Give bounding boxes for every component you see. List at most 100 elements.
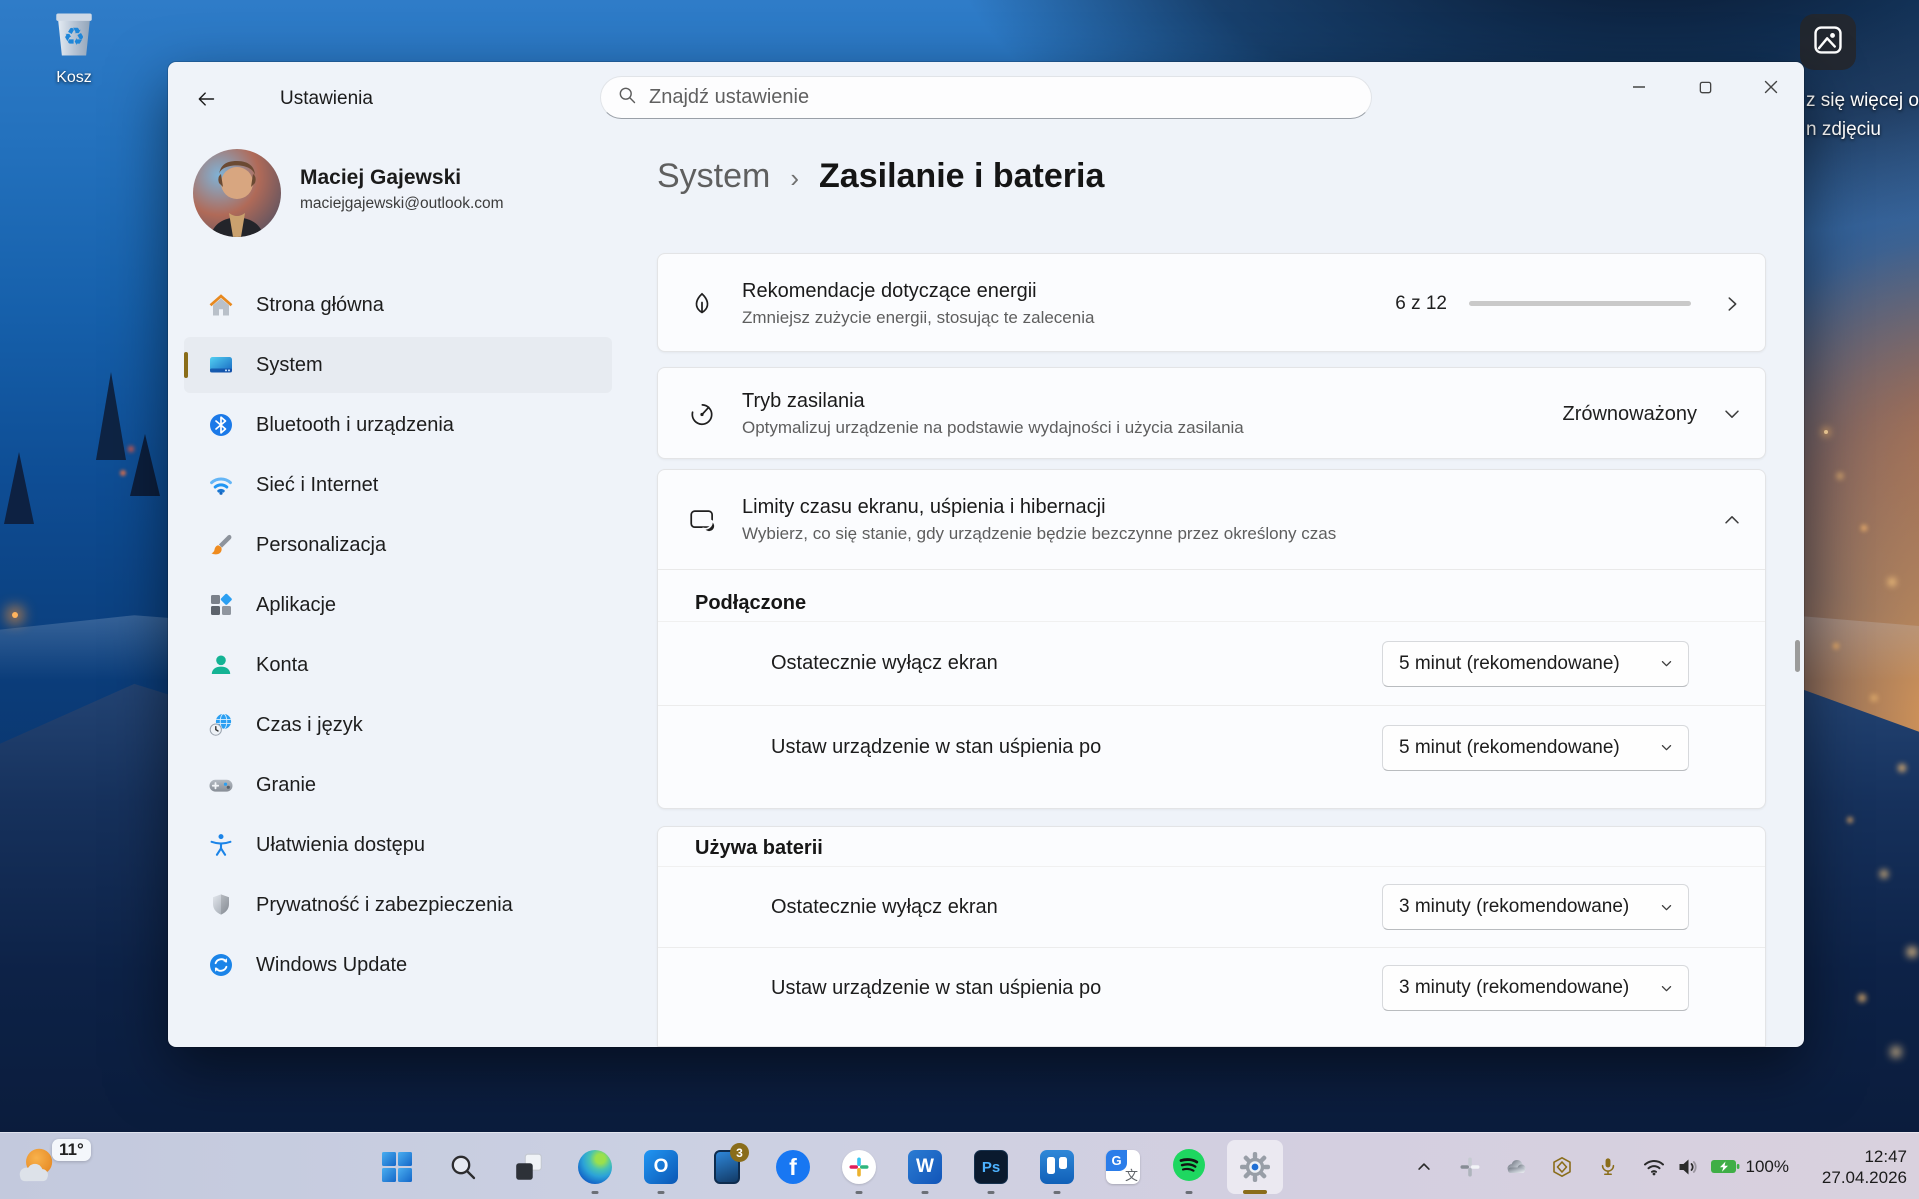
personalization-icon: [208, 532, 234, 558]
tree: [130, 434, 160, 496]
sidebar-item-aplikacje[interactable]: Aplikacje: [184, 577, 612, 633]
weather-widget[interactable]: 11°: [14, 1137, 110, 1195]
photoshop-icon[interactable]: Ps: [958, 1137, 1024, 1197]
select-value: 5 minut (rekomendowane): [1399, 737, 1620, 759]
sidebar-item-label: Personalizacja: [256, 534, 386, 557]
scrollbar-thumb[interactable]: [1795, 640, 1800, 672]
svg-text:♻: ♻: [63, 24, 85, 51]
start-button[interactable]: [364, 1137, 430, 1197]
card-subtitle: Optymalizuj urządzenie na podstawie wyda…: [742, 418, 1536, 438]
sidebar-item-prywatnosc[interactable]: Prywatność i zabezpieczenia: [184, 877, 612, 933]
time-language-icon: [208, 712, 234, 738]
sidebar-item-label: Konta: [256, 654, 308, 677]
trello-icon[interactable]: [1024, 1137, 1090, 1197]
recycle-bin-label: Kosz: [42, 69, 106, 87]
spotify-icon[interactable]: [1156, 1137, 1222, 1197]
sidebar-nav: Strona główna System Bluetooth i urządze…: [184, 277, 612, 997]
search-box[interactable]: [600, 76, 1372, 119]
task-view-button[interactable]: [496, 1137, 562, 1197]
sidebar-item-label: Czas i język: [256, 714, 363, 737]
minimize-button[interactable]: [1606, 62, 1672, 112]
card-subtitle: Zmniejsz zużycie energii, stosując te za…: [742, 308, 1369, 328]
active-indicator: [1243, 1190, 1267, 1194]
sidebar-item-konta[interactable]: Konta: [184, 637, 612, 693]
village-light: [12, 612, 18, 618]
volume-tray-icon[interactable]: [1676, 1155, 1700, 1179]
screen-off-battery-select[interactable]: 3 minuty (rekomendowane): [1382, 884, 1689, 930]
phone-link-icon[interactable]: 3: [694, 1137, 760, 1197]
back-arrow-icon: [196, 89, 216, 109]
running-indicator: [856, 1191, 863, 1195]
slack-tray-icon[interactable]: [1458, 1155, 1482, 1179]
select-value: 5 minut (rekomendowane): [1399, 653, 1620, 675]
bluetooth-icon: [208, 412, 234, 438]
search-input[interactable]: [649, 86, 1355, 109]
onedrive-cloud-icon[interactable]: [1504, 1155, 1528, 1179]
sidebar-item-personalizacja[interactable]: Personalizacja: [184, 517, 612, 573]
settings-window: Ustawienia: [168, 62, 1804, 1047]
settings-icon[interactable]: [1222, 1137, 1288, 1197]
recycle-bin[interactable]: ♻ Kosz: [42, 6, 106, 87]
recycle-bin-icon: ♻: [46, 49, 102, 66]
power-mode-value: Zrównoważony: [1562, 403, 1697, 426]
sidebar-item-label: System: [256, 354, 323, 377]
setting-row: Ustaw urządzenie w stan uśpienia po 3 mi…: [658, 947, 1765, 1028]
spotlight-learn-more-button[interactable]: [1800, 14, 1856, 70]
battery-status[interactable]: 100%: [1710, 1157, 1789, 1177]
sidebar-item-bluetooth[interactable]: Bluetooth i urządzenia: [184, 397, 612, 453]
close-icon: [1763, 79, 1779, 95]
power-mode-card[interactable]: Tryb zasilania Optymalizuj urządzenie na…: [657, 367, 1766, 459]
word-icon[interactable]: W: [892, 1137, 958, 1197]
sidebar-item-czas-jezyk[interactable]: Czas i język: [184, 697, 612, 753]
edge-icon[interactable]: [562, 1137, 628, 1197]
energy-progress-bar: [1469, 301, 1691, 306]
desktop: ♻ Kosz z się więcej o n zdjęciu Ustawien…: [0, 0, 1919, 1199]
page-title: Zasilanie i bateria: [819, 157, 1104, 196]
translate-icon[interactable]: G 文: [1090, 1137, 1156, 1197]
sidebar-item-windows-update[interactable]: Windows Update: [184, 937, 612, 993]
sidebar-item-label: Sieć i Internet: [256, 474, 378, 497]
sleep-plugged-select[interactable]: 5 minut (rekomendowane): [1382, 725, 1689, 771]
chevron-down-icon: [1659, 900, 1674, 915]
close-button[interactable]: [1738, 62, 1804, 112]
sidebar-item-granie[interactable]: Granie: [184, 757, 612, 813]
outlook-icon[interactable]: O: [628, 1137, 694, 1197]
taskbar-search-button[interactable]: [430, 1137, 496, 1197]
privacy-shield-icon: [208, 892, 234, 918]
sidebar-item-siec-internet[interactable]: Sieć i Internet: [184, 457, 612, 513]
battery-icon: [1710, 1158, 1740, 1175]
screen-timeout-header[interactable]: Limity czasu ekranu, uśpienia i hibernac…: [658, 470, 1765, 570]
sidebar-item-ulatwienia-dostepu[interactable]: Ułatwienia dostępu: [184, 817, 612, 873]
sidebar-item-system[interactable]: System: [184, 337, 612, 393]
microphone-tray-icon[interactable]: [1596, 1155, 1620, 1179]
breadcrumb-parent[interactable]: System: [657, 157, 770, 196]
running-indicator: [1054, 1191, 1061, 1195]
taskbar-clock[interactable]: 12:47 27.04.2026: [1803, 1146, 1907, 1188]
minimize-icon: [1631, 79, 1647, 95]
chevron-up-icon[interactable]: [1721, 509, 1743, 531]
running-indicator: [592, 1191, 599, 1195]
sidebar-item-strona-glowna[interactable]: Strona główna: [184, 277, 612, 333]
sleep-battery-select[interactable]: 3 minuty (rekomendowane): [1382, 965, 1689, 1011]
window-title: Ustawienia: [280, 88, 373, 110]
notification-badge: 3: [730, 1143, 749, 1162]
outlook-logo: O: [644, 1150, 678, 1184]
slack-icon[interactable]: [826, 1137, 892, 1197]
tray-chevron-up-icon[interactable]: [1412, 1155, 1436, 1179]
energy-recommendations-card[interactable]: Rekomendacje dotyczące energii Zmniejsz …: [657, 253, 1766, 352]
facebook-icon[interactable]: f: [760, 1137, 826, 1197]
network-wifi-icon: [208, 472, 234, 498]
wifi-tray-icon[interactable]: [1642, 1155, 1666, 1179]
back-button[interactable]: [186, 82, 226, 116]
weather-temp: 11°: [52, 1139, 91, 1161]
chevron-down-icon[interactable]: [1721, 403, 1743, 425]
maximize-button[interactable]: [1672, 62, 1738, 112]
spotlight-caption-line1: z się więcej o: [1806, 86, 1919, 115]
screen-off-plugged-select[interactable]: 5 minut (rekomendowane): [1382, 641, 1689, 687]
breadcrumb: System › Zasilanie i bateria: [657, 157, 1104, 196]
spotify-logo: [1172, 1148, 1206, 1187]
avatar[interactable]: [193, 149, 281, 237]
hexbox-tray-icon[interactable]: [1550, 1155, 1574, 1179]
system-icon: [208, 352, 234, 378]
home-icon: [208, 292, 234, 318]
